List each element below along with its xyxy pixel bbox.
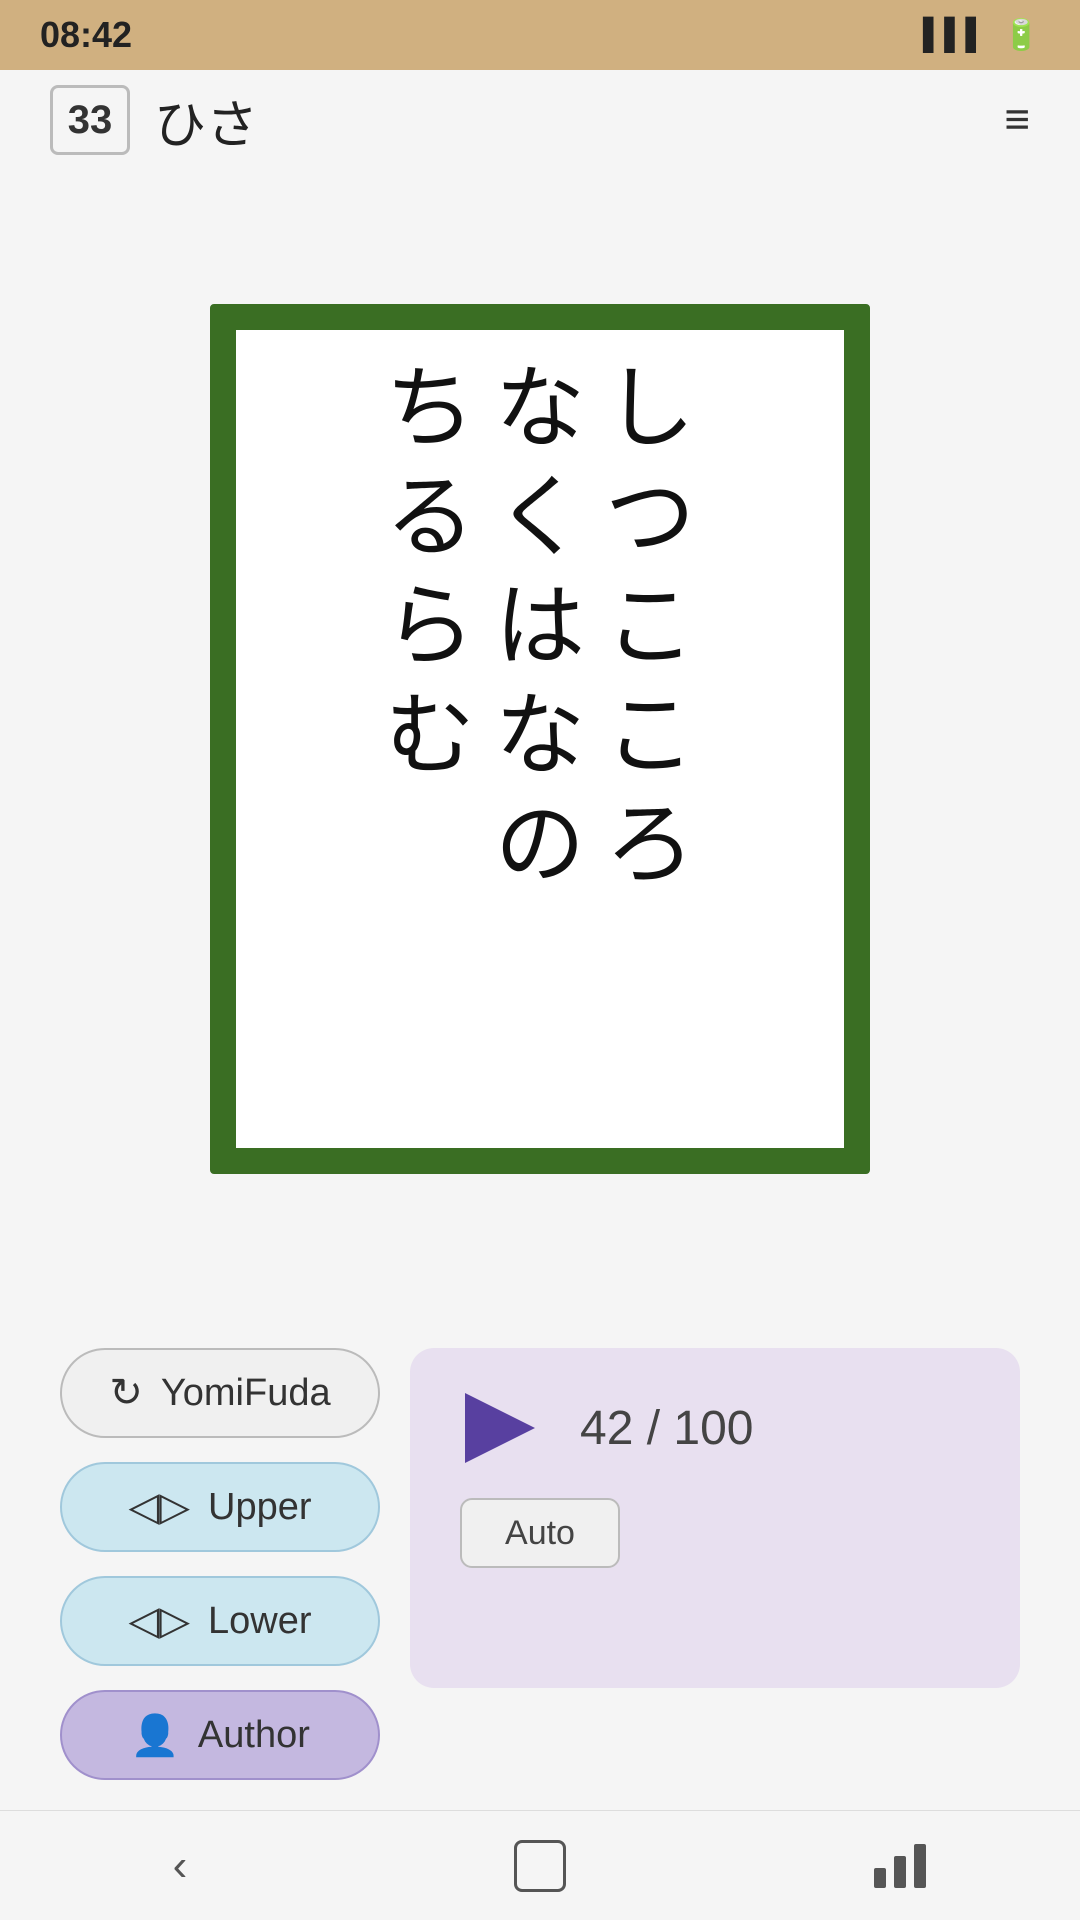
- poem-char: し: [605, 360, 695, 459]
- left-buttons: ↻ YomiFuda ◁▷ Upper ◁▷ Lower 👤 Author: [60, 1348, 380, 1780]
- bottom-nav: ‹: [0, 1810, 1080, 1920]
- poem-char: こ: [605, 687, 695, 786]
- refresh-icon: ↻: [109, 1370, 143, 1416]
- recents-icon: [874, 1844, 926, 1888]
- progress-text: 42 / 100: [580, 1401, 753, 1456]
- back-icon: ‹: [173, 1841, 188, 1891]
- poem-char: ろ: [605, 796, 695, 895]
- recents-button[interactable]: [850, 1836, 950, 1896]
- poem-char: こ: [605, 578, 695, 677]
- yomifuda-label: YomiFuda: [161, 1372, 331, 1415]
- play-triangle-icon: [465, 1393, 535, 1463]
- arrows-icon-upper: ◁▷: [128, 1484, 190, 1530]
- signal-icon: ▌▌▌: [923, 18, 987, 52]
- poem-char: つ: [605, 469, 695, 568]
- poem-card-outer: し つ こ こ ろ な く は な の: [210, 304, 870, 1174]
- player-panel: 42 / 100 Auto: [410, 1348, 1020, 1688]
- poem-card-inner: し つ こ こ ろ な く は な の: [236, 330, 844, 1148]
- author-button[interactable]: 👤 Author: [60, 1690, 380, 1780]
- status-time: 08:42: [40, 14, 132, 56]
- upper-label: Upper: [208, 1486, 312, 1529]
- lower-label: Lower: [208, 1600, 312, 1643]
- poem-char: む: [385, 687, 475, 786]
- poem-char: な: [495, 687, 585, 786]
- yomifuda-button[interactable]: ↻ YomiFuda: [60, 1348, 380, 1438]
- player-top: 42 / 100: [460, 1388, 980, 1468]
- status-bar: 08:42 ▌▌▌ 🔋: [0, 0, 1080, 70]
- poem-col-3: ち る ら む: [385, 360, 475, 786]
- top-bar-left: 33 ひさ: [50, 83, 258, 158]
- person-icon: 👤: [130, 1712, 180, 1759]
- arrows-icon-lower: ◁▷: [128, 1598, 190, 1644]
- battery-icon: 🔋: [1003, 18, 1040, 53]
- status-icons: ▌▌▌ 🔋: [923, 18, 1040, 53]
- poem-area: し つ こ こ ろ な く は な の: [0, 170, 1080, 1308]
- app-container: 33 ひさ ≡ し つ こ こ ろ な: [0, 70, 1080, 1920]
- poem-char: る: [385, 469, 475, 568]
- controls-area: ↻ YomiFuda ◁▷ Upper ◁▷ Lower 👤 Author: [0, 1308, 1080, 1810]
- upper-button[interactable]: ◁▷ Upper: [60, 1462, 380, 1552]
- author-label: Author: [198, 1714, 310, 1757]
- poem-char: は: [495, 578, 585, 677]
- poem-char: の: [495, 796, 585, 895]
- hamburger-menu-icon[interactable]: ≡: [1004, 95, 1030, 145]
- card-title: ひさ: [154, 83, 258, 158]
- auto-button[interactable]: Auto: [460, 1498, 620, 1568]
- play-button[interactable]: [460, 1388, 540, 1468]
- poem-char: な: [495, 360, 585, 459]
- home-icon: [514, 1840, 566, 1892]
- back-button[interactable]: ‹: [130, 1836, 230, 1896]
- poem-columns: し つ こ こ ろ な く は な の: [276, 360, 804, 1118]
- poem-char: く: [495, 469, 585, 568]
- poem-char: ち: [385, 360, 475, 459]
- top-bar: 33 ひさ ≡: [0, 70, 1080, 170]
- lower-button[interactable]: ◁▷ Lower: [60, 1576, 380, 1666]
- home-button[interactable]: [490, 1836, 590, 1896]
- auto-label: Auto: [505, 1514, 575, 1553]
- card-number: 33: [50, 85, 130, 155]
- poem-col-2: な く は な の: [495, 360, 585, 895]
- poem-char: ら: [385, 578, 475, 677]
- poem-col-1: し つ こ こ ろ: [605, 360, 695, 895]
